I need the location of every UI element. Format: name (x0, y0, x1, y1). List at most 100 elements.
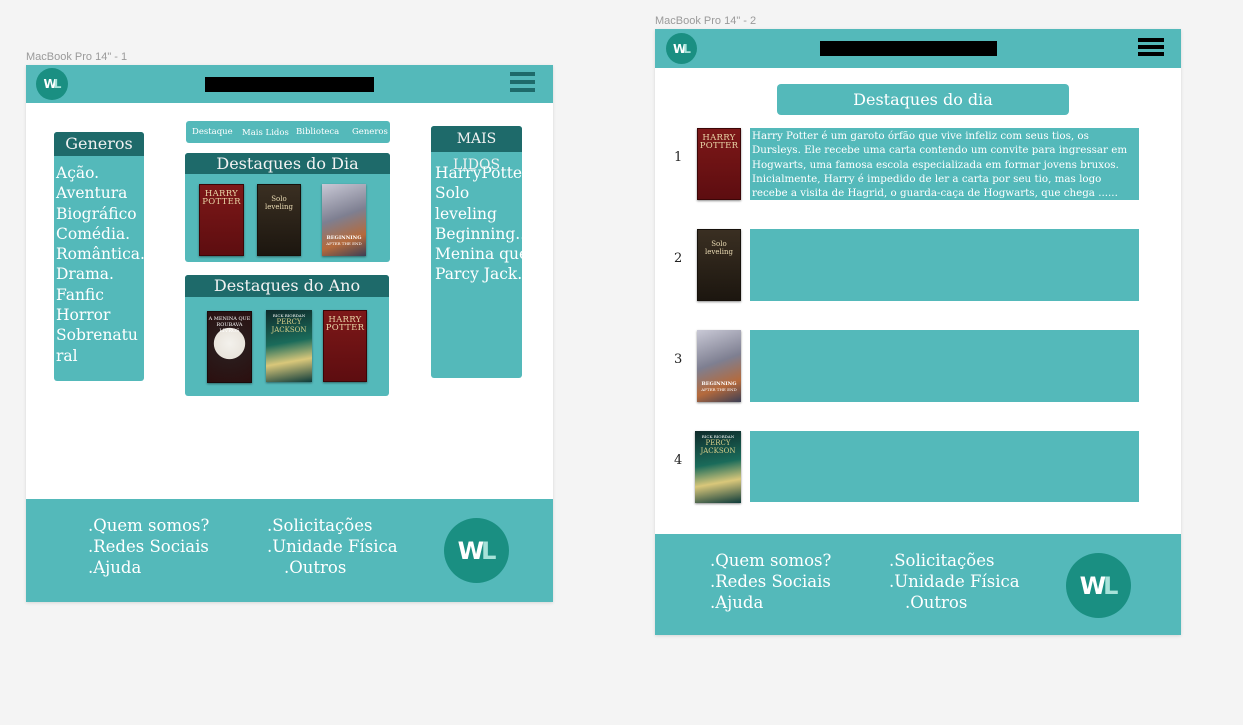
mais-lidos-item[interactable]: Menina que (435, 244, 530, 264)
percy-jackson-cover[interactable]: RICK RIORDAN PERCY JACKSON (695, 431, 741, 503)
menina-que-roubava-livros-cover[interactable]: A MENINA QUE ROUBAVA LIVROS (207, 311, 252, 383)
rank-number: 2 (674, 251, 683, 266)
rank-number: 4 (674, 453, 683, 468)
footer-quem-somos[interactable]: .Quem somos? (710, 551, 831, 570)
footer-outros[interactable]: .Outros (284, 558, 346, 577)
logo-letter-l: L (1103, 571, 1118, 600)
genre-item[interactable]: Fanfic (56, 285, 145, 305)
book-description-box (750, 330, 1139, 402)
nav-destaque[interactable]: Destaque (192, 127, 233, 137)
destaques-ano-title: Destaques do Ano (185, 275, 389, 297)
footer-logo[interactable]: WL (444, 518, 509, 583)
nav-mais-lidos[interactable]: Mais Lidos (242, 128, 289, 138)
description-line: recebe a visita de Hagrid, o guarda-caça… (752, 187, 1118, 200)
header-bar: WL (655, 29, 1181, 68)
cover-text: POTTER (699, 141, 739, 151)
nav-generos[interactable]: Generos (352, 127, 388, 137)
rank-number: 1 (674, 150, 683, 165)
solo-leveling-cover[interactable]: Solo leveling (257, 184, 301, 256)
cover-text: leveling (265, 203, 293, 211)
description-line: Dursleys. Ele recebe uma carta contendo … (752, 144, 1128, 157)
logo-letter-w: W (1079, 571, 1107, 600)
frame2: WL Destaques do dia 1 HARRY POTTER Harry… (655, 29, 1181, 635)
cover-text: ROUBAVA LIVROS (216, 322, 243, 334)
mais-lidos-item[interactable]: leveling (435, 204, 530, 224)
mais-lidos-list: HarryPotte Solo leveling Beginning... Me… (435, 163, 530, 285)
mais-lidos-title: MAIS LIDOS (431, 126, 522, 173)
generos-title: Generos (54, 132, 144, 156)
rank-number: 3 (674, 352, 683, 367)
hamburger-icon[interactable] (510, 72, 535, 92)
section-nav: Destaque Mais Lidos Biblioteca Generos (186, 121, 390, 143)
footer-outros[interactable]: .Outros (905, 593, 967, 612)
harry-potter-cover[interactable]: HARRY POTTER (323, 310, 367, 382)
footer: .Quem somos? .Redes Sociais .Ajuda .Soli… (26, 499, 553, 602)
mais-lidos-item[interactable]: HarryPotte (435, 163, 530, 183)
beginning-after-the-end-cover[interactable]: BEGINNING AFTER THE END (697, 330, 741, 402)
book-description-box (750, 229, 1139, 301)
cover-text: PERCY (276, 318, 302, 326)
generos-list: Ação. Aventura Biográfico Comédia. Român… (56, 163, 145, 366)
mais-lidos-panel: MAIS LIDOS HarryPotte Solo leveling Begi… (431, 126, 530, 378)
frame1: WL Generos Ação. Aventura Biográfico Com… (26, 65, 553, 602)
logo[interactable]: WL (666, 33, 697, 64)
hamburger-icon[interactable] (1138, 38, 1164, 56)
nav-biblioteca[interactable]: Biblioteca (296, 127, 339, 137)
genre-item[interactable]: ral (56, 346, 145, 366)
book-description: Harry Potter é um garoto órfão que vive … (752, 129, 1135, 200)
footer-unidade-fisica[interactable]: .Unidade Física (889, 572, 1020, 591)
book-description-box (750, 431, 1139, 502)
logo-letter-l: L (481, 536, 496, 565)
cover-text: Solo (271, 195, 287, 203)
solo-leveling-cover[interactable]: Solo leveling (697, 229, 741, 301)
redacted-title (820, 41, 997, 56)
harry-potter-cover[interactable]: HARRY POTTER (199, 184, 244, 256)
harry-potter-cover[interactable]: HARRY POTTER (697, 128, 741, 200)
footer-quem-somos[interactable]: .Quem somos? (88, 516, 209, 535)
destaques-dia-title: Destaques do dia (777, 84, 1069, 115)
logo-letter-l: L (53, 77, 62, 91)
footer-solicitacoes[interactable]: .Solicitações (267, 516, 372, 535)
mais-lidos-item[interactable]: Beginning... (435, 224, 530, 244)
cover-text: leveling (705, 248, 733, 256)
generos-panel: Generos Ação. Aventura Biográfico Comédi… (54, 132, 145, 381)
genre-item[interactable]: Aventura (56, 183, 145, 203)
redacted-title (205, 77, 374, 92)
genre-item[interactable]: Biográfico (56, 204, 145, 224)
footer-solicitacoes[interactable]: .Solicitações (889, 551, 994, 570)
mais-lidos-item[interactable]: Solo (435, 183, 530, 203)
footer-unidade-fisica[interactable]: .Unidade Física (267, 537, 398, 556)
footer-ajuda[interactable]: .Ajuda (88, 558, 141, 577)
logo-letter-l: L (683, 41, 691, 56)
cover-text: POTTER (325, 323, 365, 333)
frame2-label: MacBook Pro 14" - 2 (655, 15, 757, 27)
genre-item[interactable]: Comédia. (56, 224, 145, 244)
frame1-label: MacBook Pro 14" - 1 (26, 51, 128, 63)
logo[interactable]: WL (36, 68, 68, 100)
cover-text: AFTER THE END (326, 241, 362, 246)
cover-text: Solo (711, 240, 727, 248)
beginning-after-the-end-cover[interactable]: BEGINNING AFTER THE END (322, 184, 366, 256)
header-bar: WL (26, 65, 553, 103)
genre-item[interactable]: Ação. (56, 163, 145, 183)
footer: .Quem somos? .Redes Sociais .Ajuda .Soli… (655, 534, 1181, 635)
footer-redes-sociais[interactable]: .Redes Sociais (710, 572, 831, 591)
description-line: Harry Potter é um garoto órfão que vive … (752, 130, 1089, 142)
percy-jackson-cover[interactable]: RICK RIORDAN PERCY JACKSON (266, 310, 312, 382)
footer-logo[interactable]: WL (1066, 553, 1131, 618)
description-line: Hogwarts, uma famosa escola especializad… (752, 158, 1119, 171)
genre-item[interactable]: Romântica. (56, 244, 145, 264)
footer-redes-sociais[interactable]: .Redes Sociais (88, 537, 209, 556)
genre-item[interactable]: Drama. (56, 264, 145, 284)
destaques-ano-panel: Destaques do Ano A MENINA QUE ROUBAVA LI… (185, 275, 389, 396)
footer-ajuda[interactable]: .Ajuda (710, 593, 763, 612)
description-line: Inicialmente, Harry é impedido de ler a … (752, 172, 1102, 185)
mais-lidos-item[interactable]: Parcy Jack. (435, 264, 530, 284)
logo-letter-w: W (457, 536, 485, 565)
destaques-dia-panel: Destaques do Dia HARRY POTTER Solo level… (185, 153, 390, 262)
genre-item[interactable]: Sobrenatu (56, 325, 145, 345)
cover-text: JACKSON (271, 326, 307, 334)
genre-item[interactable]: Horror (56, 305, 145, 325)
cover-text: PERCY (705, 439, 731, 447)
book-description-box: Harry Potter é um garoto órfão que vive … (750, 128, 1139, 200)
